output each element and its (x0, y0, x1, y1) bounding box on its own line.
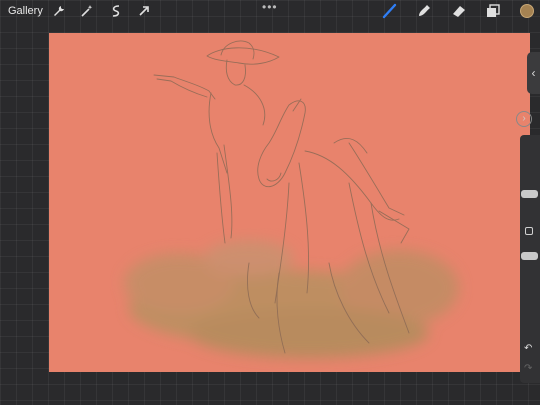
chevron-right-icon[interactable]: › (516, 111, 532, 127)
top-toolbar: Gallery ••• (0, 0, 540, 22)
layers-icon[interactable] (485, 3, 501, 19)
smudge-icon[interactable] (416, 3, 432, 19)
chevron-left-icon[interactable]: ‹ (527, 52, 540, 94)
sketch-artwork (124, 40, 459, 358)
side-toolbar: ↶ ↷ (520, 135, 540, 383)
wrench-icon[interactable] (52, 4, 66, 18)
drawing-canvas[interactable] (49, 33, 530, 372)
magic-wand-icon[interactable] (80, 4, 94, 18)
selection-icon[interactable] (109, 4, 123, 18)
brush-opacity-slider[interactable] (521, 252, 538, 260)
eraser-icon[interactable] (451, 3, 467, 19)
modify-button[interactable] (525, 227, 533, 235)
more-options-icon[interactable]: ••• (262, 0, 278, 14)
transform-arrow-icon[interactable] (137, 4, 151, 18)
color-picker-swatch[interactable] (520, 4, 534, 18)
brush-icon[interactable] (382, 3, 398, 19)
undo-icon[interactable]: ↶ (524, 343, 532, 354)
redo-icon[interactable]: ↷ (524, 363, 532, 374)
brush-size-slider[interactable] (521, 190, 538, 198)
gallery-button[interactable]: Gallery (8, 5, 43, 17)
